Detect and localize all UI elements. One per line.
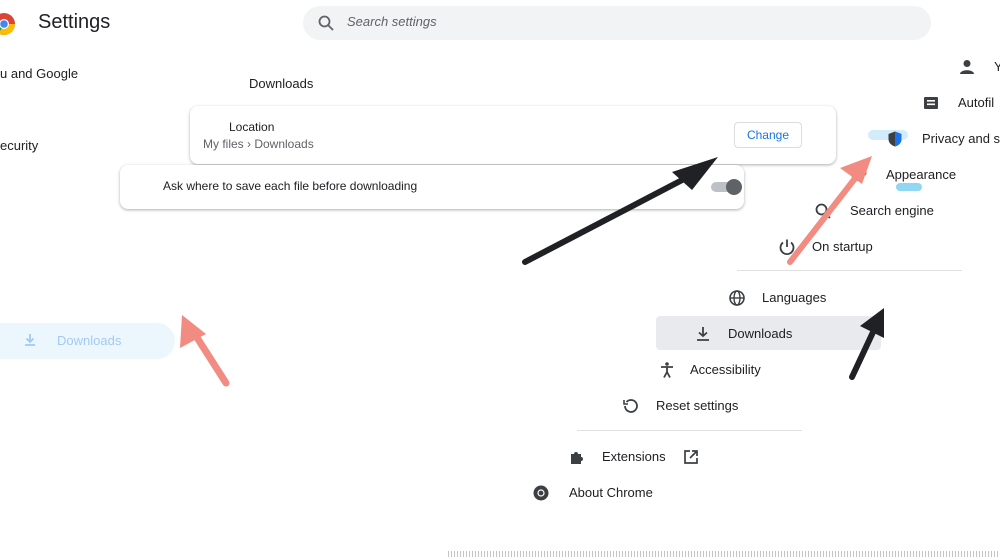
shield-icon <box>888 131 902 147</box>
download-icon <box>25 334 35 346</box>
section-title: Downloads <box>249 76 314 91</box>
menu-item-label: Downloads <box>728 326 793 341</box>
menu-item-you[interactable]: Y <box>958 56 1000 78</box>
change-location-button[interactable]: Change <box>734 122 802 148</box>
menu-item-search-engine[interactable]: Search engine <box>814 200 954 222</box>
menu-divider <box>577 430 802 431</box>
menu-item-label: Accessibility <box>690 362 761 377</box>
menu-item-label: Languages <box>762 290 827 305</box>
search-input[interactable] <box>347 14 847 29</box>
person-icon <box>960 60 974 74</box>
sidebar-item-label: Downloads <box>57 333 122 348</box>
location-label: Location <box>229 120 275 134</box>
download-icon <box>697 327 709 341</box>
location-path: My files › Downloads <box>203 137 314 151</box>
ask-before-download-toggle[interactable] <box>708 178 744 196</box>
menu-item-label: Appearance <box>886 167 957 182</box>
menu-item-accessibility[interactable]: Accessibility <box>658 359 798 381</box>
accessibility-icon <box>661 362 673 378</box>
menu-item-privacy-and-security[interactable]: Privacy and se <box>886 128 1000 150</box>
menu-divider <box>737 270 962 271</box>
menu-item-about-chrome[interactable]: About Chrome <box>532 482 672 504</box>
sidebar-item-privacy-security[interactable]: ecurity <box>0 138 38 153</box>
reset-icon <box>623 399 638 413</box>
page-title: Settings <box>38 11 111 33</box>
chrome-icon <box>533 485 549 501</box>
extensions-icon <box>571 452 583 464</box>
external-link-icon <box>684 450 698 464</box>
dotted-edge <box>448 551 1000 557</box>
power-icon <box>779 239 795 256</box>
palette-icon <box>851 168 867 181</box>
menu-item-appearance[interactable]: Appearance <box>850 164 980 186</box>
sidebar-item-you-and-google[interactable]: u and Google <box>0 66 78 81</box>
menu-item-label: Y <box>994 59 1000 74</box>
ask-before-download-label: Ask where to save each file before downl… <box>163 179 418 193</box>
menu-item-languages[interactable]: Languages <box>728 287 868 309</box>
search-icon <box>815 203 831 219</box>
menu-item-autofill[interactable]: Autofil <box>922 92 1000 114</box>
menu-item-label: Reset settings <box>656 398 739 413</box>
autofill-icon <box>924 97 938 109</box>
menu-item-extensions[interactable]: Extensions <box>568 446 708 468</box>
menu-item-label: Autofil <box>958 95 995 110</box>
menu-item-reset-settings[interactable]: Reset settings <box>622 395 762 417</box>
menu-item-label: Search engine <box>850 203 934 218</box>
search-bar[interactable] <box>303 6 931 40</box>
menu-item-label: On startup <box>812 239 873 254</box>
search-icon <box>318 15 334 31</box>
chrome-logo-icon <box>0 13 15 35</box>
annotation-arrows <box>180 156 884 387</box>
menu-item-label: About Chrome <box>569 485 653 500</box>
menu-item-downloads[interactable]: Downloads <box>694 323 834 345</box>
menu-item-label: Extensions <box>602 449 666 464</box>
globe-icon <box>729 290 745 306</box>
menu-item-label: Privacy and se <box>922 131 1000 146</box>
menu-item-on-startup[interactable]: On startup <box>778 236 918 258</box>
red-arrow-icon <box>180 315 230 387</box>
